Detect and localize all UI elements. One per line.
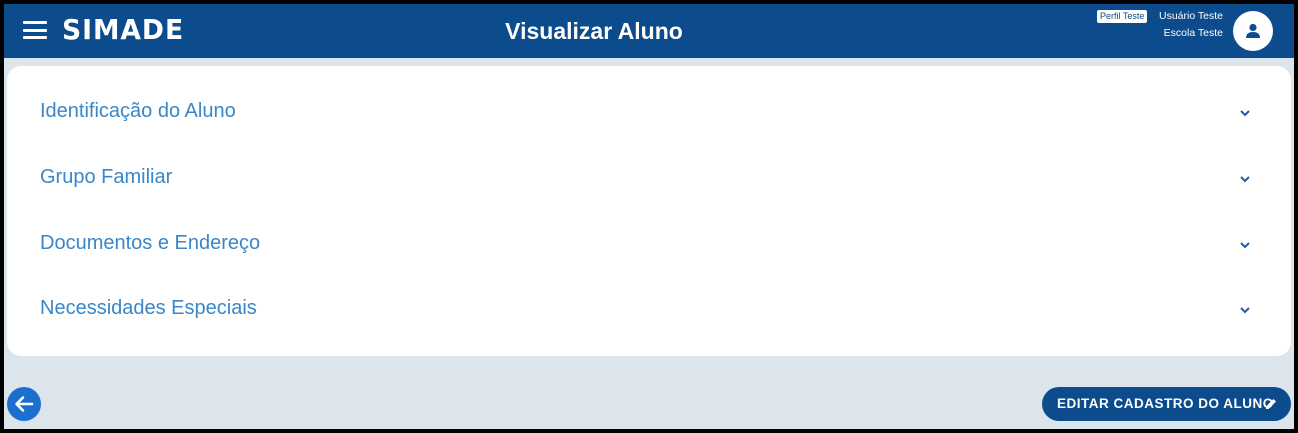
page-title: Visualizar Aluno: [505, 18, 683, 44]
app-window: SIMADE Visualizar Aluno Perfil Teste Usu…: [4, 4, 1294, 429]
user-name: Usuário Teste: [1158, 10, 1223, 22]
section-documentos-endereco[interactable]: Documentos e Endereço: [7, 213, 1291, 273]
section-necessidades-especiais[interactable]: Necessidades Especiais: [7, 278, 1291, 338]
pencil-icon: [1266, 399, 1276, 409]
arrow-left-icon: [15, 396, 34, 412]
profile-badge: Perfil Teste: [1097, 10, 1148, 23]
person-icon: [1246, 23, 1260, 38]
top-bar: SIMADE Visualizar Aluno Perfil Teste Usu…: [4, 4, 1294, 58]
chevron-down-icon: [1240, 242, 1250, 249]
back-button[interactable]: [7, 387, 41, 421]
section-label: Documentos e Endereço: [40, 232, 261, 254]
student-details-card: Identificação do Aluno Grupo Familiar Do…: [7, 66, 1291, 356]
section-label: Necessidades Especiais: [40, 297, 257, 319]
school-name: Escola Teste: [1163, 27, 1223, 39]
section-identificacao-aluno[interactable]: Identificação do Aluno: [7, 81, 1291, 141]
section-grupo-familiar[interactable]: Grupo Familiar: [7, 147, 1291, 207]
section-label: Identificação do Aluno: [40, 100, 236, 122]
user-avatar-button[interactable]: [1233, 11, 1273, 51]
chevron-down-icon: [1240, 110, 1250, 117]
section-label: Grupo Familiar: [40, 166, 173, 188]
chevron-down-icon: [1240, 307, 1250, 314]
chevron-down-icon: [1240, 176, 1250, 183]
edit-student-button[interactable]: EDITAR CADASTRO DO ALUNO: [1042, 387, 1291, 421]
edit-button-label: EDITAR CADASTRO DO ALUNO: [1057, 396, 1274, 411]
